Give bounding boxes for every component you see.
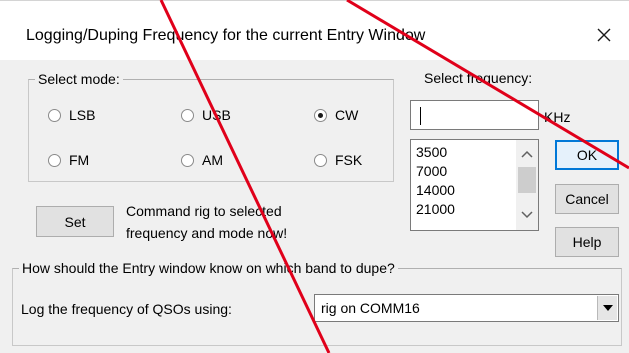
log-frequency-prompt: Log the frequency of QSOs using: (21, 301, 232, 317)
help-button[interactable]: Help (555, 227, 619, 257)
title-bar: Logging/Duping Frequency for the current… (0, 0, 629, 60)
list-item[interactable]: 14000 (416, 181, 455, 200)
frequency-list[interactable]: 3500 7000 14000 21000 (410, 139, 539, 231)
band-group-legend: How should the Entry window know on whic… (22, 260, 395, 276)
frequency-unit: KHz (544, 109, 571, 125)
frequency-heading: Select frequency: (424, 70, 533, 86)
mode-group-legend: Select mode: (38, 71, 120, 87)
mode-radio-am[interactable]: AM (181, 152, 223, 168)
window-title: Logging/Duping Frequency for the current… (26, 27, 426, 44)
mode-label: CW (335, 107, 359, 123)
dialog-client-area: Select mode: LSB USB CW FM AM FSK Select… (0, 60, 629, 353)
scroll-up-icon[interactable] (521, 149, 533, 159)
radio-indicator (314, 108, 327, 122)
radio-indicator (181, 108, 194, 122)
close-icon (597, 28, 611, 42)
ok-button[interactable]: OK (555, 140, 619, 170)
radio-indicator (48, 153, 61, 167)
mode-label: FSK (335, 152, 363, 168)
cancel-button[interactable]: Cancel (555, 184, 619, 214)
list-item[interactable]: 3500 (416, 143, 455, 162)
scroll-thumb[interactable] (518, 167, 536, 193)
frequency-list-scrollbar[interactable] (516, 140, 538, 230)
mode-label: FM (69, 152, 90, 168)
dropdown-arrow-icon (602, 305, 613, 311)
frequency-list-items: 3500 7000 14000 21000 (416, 143, 455, 219)
radio-indicator (181, 153, 194, 167)
dropdown-button[interactable] (597, 296, 617, 320)
mode-radio-fm[interactable]: FM (48, 152, 89, 168)
radio-indicator (48, 108, 61, 122)
log-source-dropdown[interactable]: rig on COMM16 (314, 294, 619, 322)
frequency-input[interactable] (410, 100, 539, 130)
scroll-down-icon[interactable] (521, 210, 533, 220)
close-button[interactable] (589, 20, 619, 50)
mode-label: AM (202, 152, 223, 168)
text-caret (420, 107, 421, 125)
list-item[interactable]: 7000 (416, 162, 455, 181)
radio-indicator (314, 153, 327, 167)
mode-radio-lsb[interactable]: LSB (48, 107, 95, 123)
command-rig-text: Command rig to selected (126, 203, 282, 219)
log-source-value: rig on COMM16 (321, 300, 420, 316)
command-rig-text-2: frequency and mode now! (126, 225, 288, 241)
set-button[interactable]: Set (36, 206, 114, 237)
mode-radio-usb[interactable]: USB (181, 107, 231, 123)
mode-radio-fsk[interactable]: FSK (314, 152, 362, 168)
list-item[interactable]: 21000 (416, 200, 455, 219)
mode-label: LSB (69, 107, 96, 123)
mode-radio-cw[interactable]: CW (314, 107, 358, 123)
mode-label: USB (202, 107, 231, 123)
